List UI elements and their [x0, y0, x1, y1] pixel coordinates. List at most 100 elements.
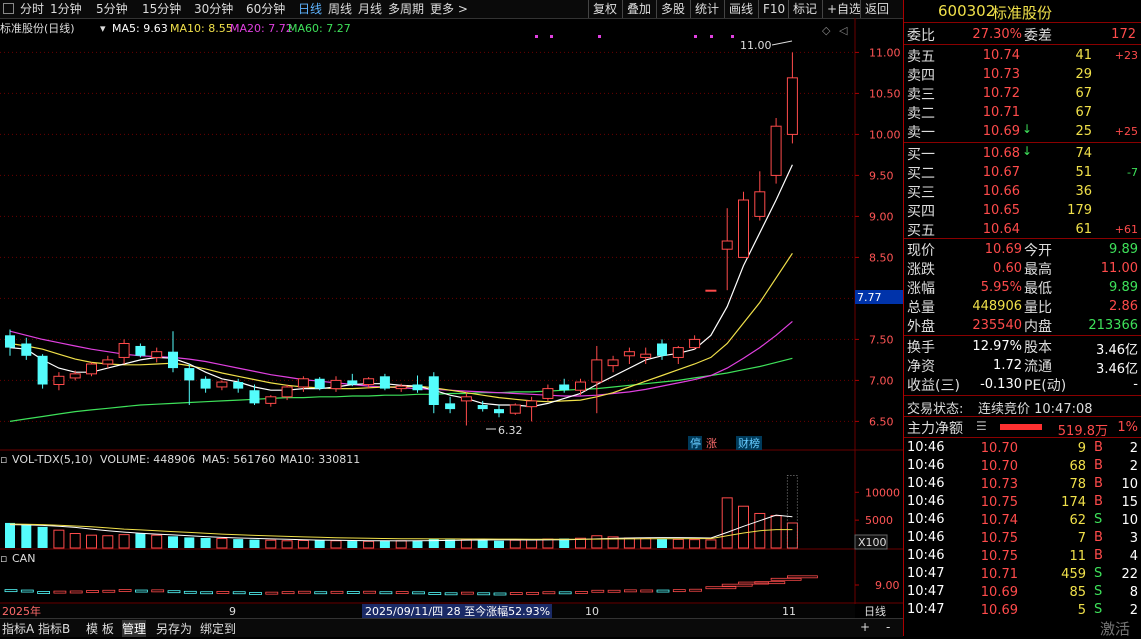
tick-count-9: 2	[1129, 603, 1138, 618]
bottom-tab-5[interactable]: 绑定到	[200, 620, 236, 637]
candle-body	[591, 359, 603, 383]
kline-chart[interactable]: 11.0010.5010.009.509.008.508.007.507.006…	[0, 18, 903, 618]
zoom-in-button[interactable]: +	[860, 620, 870, 634]
can-bar	[86, 590, 99, 593]
tick-side-7: S	[1094, 566, 1103, 581]
toolbar-action-8[interactable]: 返回	[860, 0, 893, 18]
volume-bar	[168, 536, 178, 548]
bid-chg-1: -7	[1127, 166, 1138, 179]
price-axis-label: 10.00	[869, 128, 901, 141]
period-tab-6[interactable]: 日线	[298, 1, 322, 17]
toolbar-action-0[interactable]: 复权	[588, 0, 621, 18]
collapse-icon[interactable]: ◁	[839, 24, 848, 37]
candle-body	[494, 409, 504, 414]
bottom-tab-4[interactable]: 另存为	[156, 620, 192, 637]
stat-value-1: 0.60	[993, 261, 1022, 276]
tag-c[interactable]: 财榜	[738, 436, 760, 450]
tick-time-1: 10:46	[907, 458, 945, 473]
bid-price-1[interactable]: 10.67	[948, 165, 1020, 180]
signal-marker	[710, 35, 713, 38]
tick-time-9: 10:47	[907, 602, 945, 617]
ask-price-4[interactable]: 10.69	[948, 124, 1020, 139]
candle-body	[705, 289, 717, 292]
can-bar	[493, 592, 507, 596]
stat-label2-2: 最低	[1024, 281, 1052, 297]
ask-price-0[interactable]: 10.74	[948, 48, 1020, 63]
can-legend-close-icon[interactable]: ▫	[0, 552, 7, 565]
bid-price-4[interactable]: 10.64	[948, 222, 1020, 237]
low-price-label: 6.32	[498, 424, 523, 437]
stat-value2-2: 9.89	[1109, 280, 1138, 295]
period-tab-1[interactable]: 1分钟	[50, 1, 82, 17]
signal-marker	[550, 35, 553, 38]
volume-bar	[118, 534, 130, 549]
ask-label-4: 卖一	[907, 125, 935, 141]
zoom-out-button[interactable]: -	[886, 620, 890, 634]
period-tab-0[interactable]: 分时	[20, 1, 44, 17]
period-tab-9[interactable]: 多周期	[388, 1, 424, 17]
bottom-tab-1[interactable]: 指标B	[38, 620, 70, 637]
toolbar-action-5[interactable]: F10	[758, 0, 789, 18]
window-menu-icon[interactable]	[3, 3, 14, 14]
candle-body	[281, 386, 293, 398]
toolbar-action-3[interactable]: 统计	[690, 0, 723, 18]
period-tab-4[interactable]: 30分钟	[194, 1, 233, 17]
tick-price-7: 10.71	[980, 567, 1018, 582]
vol-legend-close-icon[interactable]: ▫	[0, 453, 7, 466]
tick-price-0: 10.70	[980, 441, 1018, 456]
period-switch-button[interactable]: 日线	[864, 604, 886, 618]
ma10-line	[9, 252, 793, 403]
volume-bar	[672, 538, 684, 549]
diamond-icon[interactable]: ◇	[822, 24, 831, 37]
period-tab-2[interactable]: 5分钟	[96, 1, 128, 17]
toolbar-action-4[interactable]: 画线	[724, 0, 757, 18]
ask-price-3[interactable]: 10.71	[948, 105, 1020, 120]
fund-value2-0: 3.46亿	[1096, 343, 1138, 358]
can-bar	[787, 575, 818, 579]
period-tab-7[interactable]: 周线	[328, 1, 352, 17]
candle-body	[657, 343, 667, 356]
candle-body	[86, 363, 97, 375]
period-tab-5[interactable]: 60分钟	[246, 1, 285, 17]
price-axis-label: 11.00	[869, 46, 901, 59]
toolbar-action-6[interactable]: 标记	[788, 0, 821, 18]
period-tab-3[interactable]: 15分钟	[142, 1, 181, 17]
can-bar	[624, 589, 637, 593]
tick-count-0: 2	[1129, 441, 1138, 456]
can-bar	[249, 592, 262, 595]
can-bar	[200, 591, 214, 595]
period-tab-8[interactable]: 月线	[358, 1, 382, 17]
stock-name: 标准股份	[992, 4, 1053, 22]
fund-label2-1: 流通	[1024, 359, 1052, 375]
toolbar-action-2[interactable]: 多股	[656, 0, 689, 18]
ask-price-2[interactable]: 10.72	[948, 86, 1020, 101]
tag-a[interactable]: 停	[690, 436, 701, 450]
bottom-tab-2[interactable]: 模 板	[86, 620, 114, 637]
candle-body	[559, 384, 570, 391]
bid-price-3[interactable]: 10.65	[948, 203, 1020, 218]
bottom-tab-3[interactable]: 管理	[122, 620, 147, 637]
candle-body	[118, 343, 130, 358]
range-info: 2025/09/11/四 28 至今涨幅52.93%	[365, 604, 550, 618]
tick-vol-5: 7	[1077, 531, 1086, 546]
date-axis-year: 2025年	[2, 604, 41, 618]
period-tab-10[interactable]: 更多 >	[430, 1, 468, 17]
can-bar	[4, 589, 18, 593]
toolbar-action-1[interactable]: 叠加	[622, 0, 655, 18]
date-axis-month-11: 11	[782, 605, 796, 618]
ask-price-1[interactable]: 10.73	[948, 67, 1020, 82]
bottom-tab-0[interactable]: 指标A	[2, 620, 34, 637]
bid-label-2: 买三	[907, 185, 935, 201]
tag-b[interactable]: 涨	[706, 437, 717, 450]
weibi-value: 27.30%	[972, 27, 1022, 42]
tick-vol-3: 174	[1061, 495, 1086, 510]
main-flow-menu-icon[interactable]: ☰	[976, 419, 987, 433]
price-axis-labels: 11.0010.5010.009.509.008.508.007.507.006…	[865, 46, 901, 592]
bid-price-2[interactable]: 10.66	[948, 184, 1020, 199]
bid-price-0[interactable]: 10.68	[948, 146, 1020, 161]
toolbar-action-7[interactable]: +自选	[822, 0, 865, 18]
tick-count-7: 22	[1121, 567, 1138, 582]
can-bar	[37, 591, 50, 594]
can-bar	[558, 591, 572, 595]
legend-dropdown-icon[interactable]: ▾	[100, 22, 106, 35]
